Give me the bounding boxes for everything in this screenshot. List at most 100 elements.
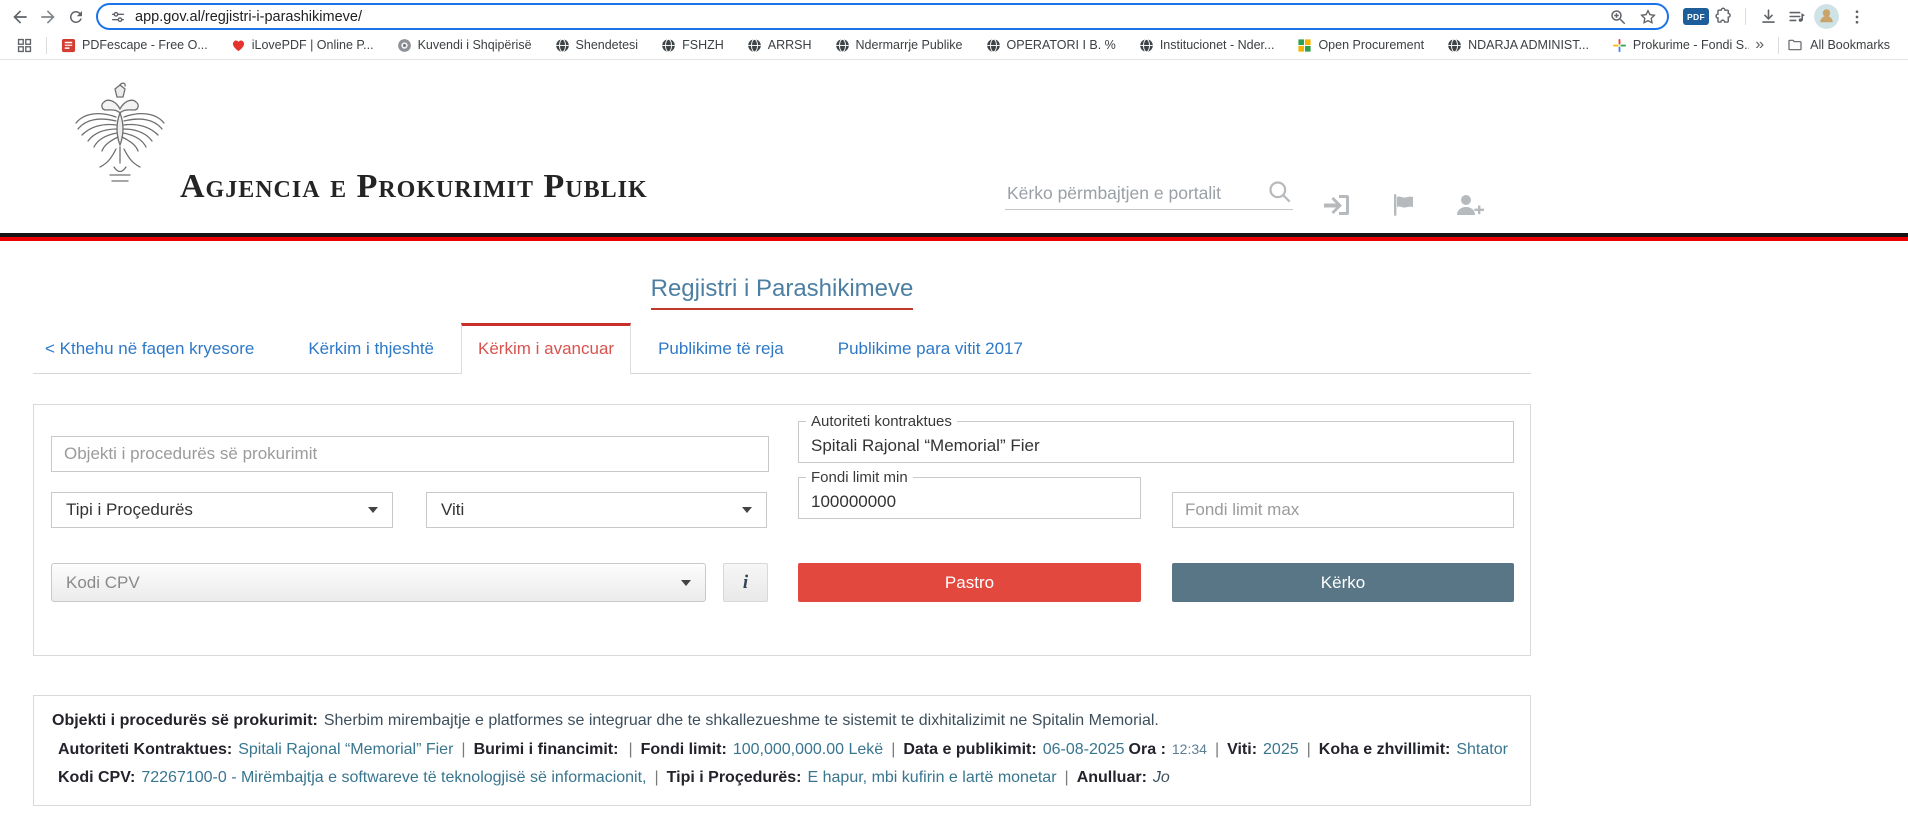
bookmark-label: NDARJA ADMINIST...	[1468, 38, 1589, 52]
tipi-procedures-label: Tipi i Proçedurës	[66, 500, 193, 520]
agency-title: Agjencia e Prokurimit Publik	[180, 168, 648, 206]
bookmark-arrsh[interactable]: ARRSH	[747, 38, 812, 53]
bookmark-kuvendi[interactable]: Kuvendi i Shqipërisë	[397, 38, 532, 53]
bookmark-shendetesi[interactable]: Shendetesi	[555, 38, 639, 53]
bookmark-open-procurement[interactable]: Open Procurement	[1297, 38, 1424, 53]
result-line: Objekti i procedurës së prokurimit: Sherb…	[52, 707, 1512, 735]
browser-toolbar: app.gov.al/regjistri-i-parashikimeve/ PD…	[0, 0, 1908, 33]
result-separator: |	[655, 769, 659, 786]
flag-icon[interactable]	[1389, 191, 1418, 224]
result-field-value: 06-08-2025	[1043, 741, 1125, 758]
pdf-extension-icon[interactable]: PDF	[1683, 8, 1709, 25]
tab-kerkim-i-thjeshte[interactable]: Kërkim i thjeshtë	[281, 323, 461, 373]
globe-favicon-icon	[1447, 38, 1462, 53]
result-field-value: 2025	[1263, 741, 1299, 758]
result-field-label: Ora :	[1129, 741, 1166, 758]
download-icon[interactable]	[1754, 3, 1782, 31]
bookmark-prokurime-fondi[interactable]: Prokurime - Fondi S...	[1612, 38, 1749, 53]
forward-icon[interactable]	[34, 3, 62, 31]
bookmark-institucionet[interactable]: Institucionet - Nder...	[1139, 38, 1275, 53]
chevron-down-icon	[742, 507, 752, 513]
tipi-procedures-select[interactable]: Tipi i Proçedurës	[51, 492, 393, 528]
folder-icon	[1787, 37, 1803, 53]
pastro-button[interactable]: Pastro	[798, 563, 1141, 602]
grid-colored-favicon-icon	[1297, 38, 1312, 53]
result-field-label: Anulluar:	[1077, 769, 1147, 786]
chevron-down-icon	[681, 580, 691, 586]
apps-grid-icon[interactable]	[10, 31, 38, 59]
bookmark-ilovepdf[interactable]: iLovePDF | Online P...	[231, 38, 374, 53]
playlist-icon[interactable]	[1782, 3, 1810, 31]
site-header: Agjencia e Prokurimit Publik	[0, 60, 1908, 233]
bookmarks-overflow-icon[interactable]: »	[1749, 36, 1770, 54]
fondi-limit-max-input[interactable]	[1172, 492, 1514, 528]
reload-icon[interactable]	[62, 3, 90, 31]
result-field-value: Jo	[1153, 769, 1170, 786]
menu-icon[interactable]	[1843, 3, 1871, 31]
bookmarks-divider-2	[1778, 37, 1779, 54]
kodi-cpv-select[interactable]: Kodi CPV	[51, 563, 706, 602]
bookmark-label: Open Procurement	[1318, 38, 1424, 52]
signin-icon[interactable]	[1320, 191, 1352, 224]
viti-select[interactable]: Viti	[426, 492, 767, 528]
extensions-puzzle-icon[interactable]	[1709, 3, 1737, 31]
fondi-limit-min-label: Fondi limit min	[806, 470, 913, 485]
back-icon[interactable]	[6, 3, 34, 31]
heart-favicon-icon	[231, 38, 246, 53]
tab-publikime-para-2017[interactable]: Publikime para vitit 2017	[811, 323, 1050, 373]
bookmark-ndermarrje-publike[interactable]: Ndermarrje Publike	[835, 38, 963, 53]
bookmark-label: iLovePDF | Online P...	[252, 38, 374, 52]
fondi-limit-min-field: Fondi limit min	[798, 470, 1141, 519]
result-field-label: Tipi i Proçedurës:	[667, 769, 802, 786]
result-field-value: E hapur, mbi kufirin e lartë monetar	[808, 769, 1057, 786]
register-icon[interactable]	[1453, 191, 1485, 224]
result-field-value: Shtator	[1456, 741, 1508, 758]
fondi-limit-min-input[interactable]	[799, 485, 1140, 518]
result-field-label: Burimi i financimit:	[474, 741, 619, 758]
bookmark-fshzh[interactable]: FSHZH	[661, 38, 724, 53]
bookmark-label: Prokurime - Fondi S...	[1633, 38, 1749, 52]
bookmarks-list: PDFescape - Free O... iLovePDF | Online P…	[61, 38, 1749, 53]
site-settings-icon[interactable]	[110, 9, 126, 25]
result-field-value: 12:34	[1172, 741, 1207, 757]
address-bar[interactable]: app.gov.al/regjistri-i-parashikimeve/	[96, 3, 1669, 30]
bookmark-label: OPERATORI I B. %	[1007, 38, 1116, 52]
spark-favicon-icon	[1612, 38, 1627, 53]
toolbar-divider	[1745, 8, 1746, 25]
globe-favicon-icon	[747, 38, 762, 53]
result-separator: |	[1307, 741, 1311, 758]
result-field-value: Sherbim mirembajtje e platformes se inte…	[324, 712, 1159, 729]
zoom-icon[interactable]	[1609, 8, 1627, 26]
tab-kerkim-i-avancuar[interactable]: Kërkim i avancuar	[461, 323, 631, 374]
pdf-red-favicon-icon	[61, 38, 76, 53]
portal-search-input[interactable]	[1005, 182, 1266, 205]
globe-favicon-icon	[555, 38, 570, 53]
result-separator: |	[628, 741, 632, 758]
objekti-input[interactable]	[51, 436, 769, 472]
result-field-label: Kodi CPV:	[58, 769, 135, 786]
result-field-label: Objekti i procedurës së prokurimit:	[52, 712, 318, 729]
result-separator: |	[891, 741, 895, 758]
all-bookmarks-button[interactable]: All Bookmarks	[1787, 37, 1898, 53]
autoriteti-input[interactable]	[799, 429, 1513, 462]
viti-label: Viti	[441, 500, 464, 520]
bookmark-ndarja-administ[interactable]: NDARJA ADMINIST...	[1447, 38, 1589, 53]
result-field-label: Fondi limit:	[641, 741, 727, 758]
bookmark-operatori[interactable]: OPERATORI I B. %	[986, 38, 1116, 53]
result-field-label: Koha e zhvillimit:	[1319, 741, 1451, 758]
result-separator: |	[1065, 769, 1069, 786]
tab-publikime-te-reja[interactable]: Publikime të reja	[631, 323, 811, 373]
portal-search-icon[interactable]	[1266, 178, 1293, 205]
chevron-down-icon	[368, 507, 378, 513]
tab-kthehu-kryesore[interactable]: < Kthehu në faqen kryesore	[33, 323, 281, 373]
result-field-value: 72267100-0 - Mirëmbajtja e softwareve të…	[141, 769, 646, 786]
result-separator: |	[1215, 741, 1219, 758]
result-field-label: Data e publikimit:	[903, 741, 1036, 758]
cpv-info-button[interactable]: i	[723, 563, 768, 602]
bookmark-label: Kuvendi i Shqipërisë	[418, 38, 532, 52]
bookmark-pdfescape[interactable]: PDFescape - Free O...	[61, 38, 208, 53]
result-field-value: Spitali Rajonal “Memorial” Fier	[238, 741, 453, 758]
bookmark-star-icon[interactable]	[1639, 8, 1657, 26]
kerko-button[interactable]: Kërko	[1172, 563, 1514, 602]
profile-avatar[interactable]	[1814, 4, 1839, 29]
